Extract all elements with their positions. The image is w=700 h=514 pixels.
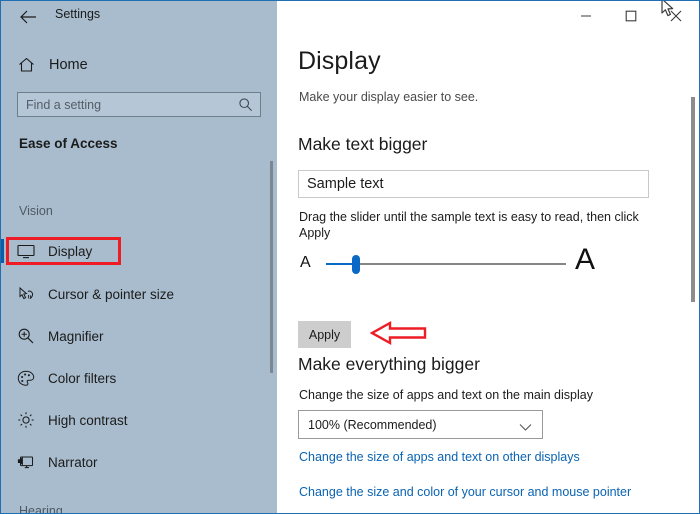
minimize-button[interactable] xyxy=(563,1,608,31)
maximize-icon xyxy=(625,10,636,22)
narrator-icon xyxy=(14,451,38,473)
sidebar-item-color-filters[interactable]: Color filters xyxy=(1,363,251,393)
slider-min-label: A xyxy=(300,254,311,271)
scale-dropdown-value: 100% (Recommended) xyxy=(308,417,437,432)
sidebar-item-cursor-pointer-size-label: Cursor & pointer size xyxy=(48,286,175,302)
chevron-down-icon xyxy=(519,419,532,437)
sidebar-item-color-filters-label: Color filters xyxy=(48,370,117,386)
main-content: Display Make your display easier to see.… xyxy=(277,1,699,513)
sidebar-item-magnifier-label: Magnifier xyxy=(48,328,104,344)
settings-window: Settings Home Ease of Access Vision xyxy=(0,0,700,514)
section-heading-make-text-bigger: Make text bigger xyxy=(298,134,428,154)
slider-track[interactable] xyxy=(326,263,566,265)
annotation-highlight-display xyxy=(6,237,121,265)
sidebar: Settings Home Ease of Access Vision xyxy=(1,1,277,514)
back-arrow-icon xyxy=(19,10,36,24)
section-heading-make-everything-bigger: Make everything bigger xyxy=(298,354,480,374)
sidebar-item-home-label: Home xyxy=(49,57,88,73)
maximize-button[interactable] xyxy=(608,1,653,31)
annotation-arrow-to-apply xyxy=(369,319,428,347)
sidebar-item-narrator[interactable]: Narrator xyxy=(1,447,251,477)
page-title: Display xyxy=(298,47,381,75)
sidebar-item-home[interactable]: Home xyxy=(1,51,251,79)
page-subtitle: Make your display easier to see. xyxy=(299,90,479,104)
link-cursor-mouse-pointer[interactable]: Change the size and color of your cursor… xyxy=(299,485,631,499)
sidebar-item-high-contrast[interactable]: High contrast xyxy=(1,405,251,435)
slider-thumb[interactable] xyxy=(352,255,360,274)
app-title: Settings xyxy=(55,7,101,21)
sample-text-value: Sample text xyxy=(307,176,384,192)
text-size-slider[interactable]: A A xyxy=(298,243,608,281)
window-titlebar xyxy=(277,1,699,31)
sidebar-group-hearing-label: Hearing xyxy=(19,504,63,514)
cursor-pointer-icon xyxy=(14,283,38,305)
apply-button[interactable]: Apply xyxy=(298,321,351,348)
color-palette-icon xyxy=(14,367,38,389)
search-input[interactable] xyxy=(18,96,228,113)
magnifier-icon xyxy=(14,325,38,347)
slider-fill xyxy=(326,263,355,265)
brightness-icon xyxy=(14,409,38,431)
scale-dropdown[interactable]: 100% (Recommended) xyxy=(298,410,543,439)
minimize-icon xyxy=(580,15,591,17)
slider-max-label: A xyxy=(575,243,596,276)
search-icon xyxy=(238,97,253,117)
link-other-displays[interactable]: Change the size of apps and text on othe… xyxy=(299,450,580,464)
sidebar-scrollbar[interactable] xyxy=(270,161,273,373)
sidebar-group-vision-label: Vision xyxy=(19,204,53,218)
sidebar-item-magnifier[interactable]: Magnifier xyxy=(1,321,251,351)
home-icon xyxy=(15,54,37,76)
scale-description: Change the size of apps and text on the … xyxy=(299,388,593,402)
close-icon xyxy=(670,10,681,22)
sidebar-item-high-contrast-label: High contrast xyxy=(48,412,128,428)
selection-indicator xyxy=(1,239,4,263)
sidebar-item-narrator-label: Narrator xyxy=(48,454,98,470)
slider-instruction: Drag the slider until the sample text is… xyxy=(299,210,639,240)
sidebar-titlebar: Settings xyxy=(1,1,277,33)
search-box[interactable] xyxy=(17,92,261,117)
close-button[interactable] xyxy=(653,1,698,31)
sidebar-item-cursor-pointer-size[interactable]: Cursor & pointer size xyxy=(1,279,251,309)
main-scrollbar[interactable] xyxy=(691,97,695,302)
back-button[interactable] xyxy=(13,5,43,29)
sidebar-category-title: Ease of Access xyxy=(19,136,118,151)
sample-text-preview: Sample text xyxy=(298,170,649,198)
